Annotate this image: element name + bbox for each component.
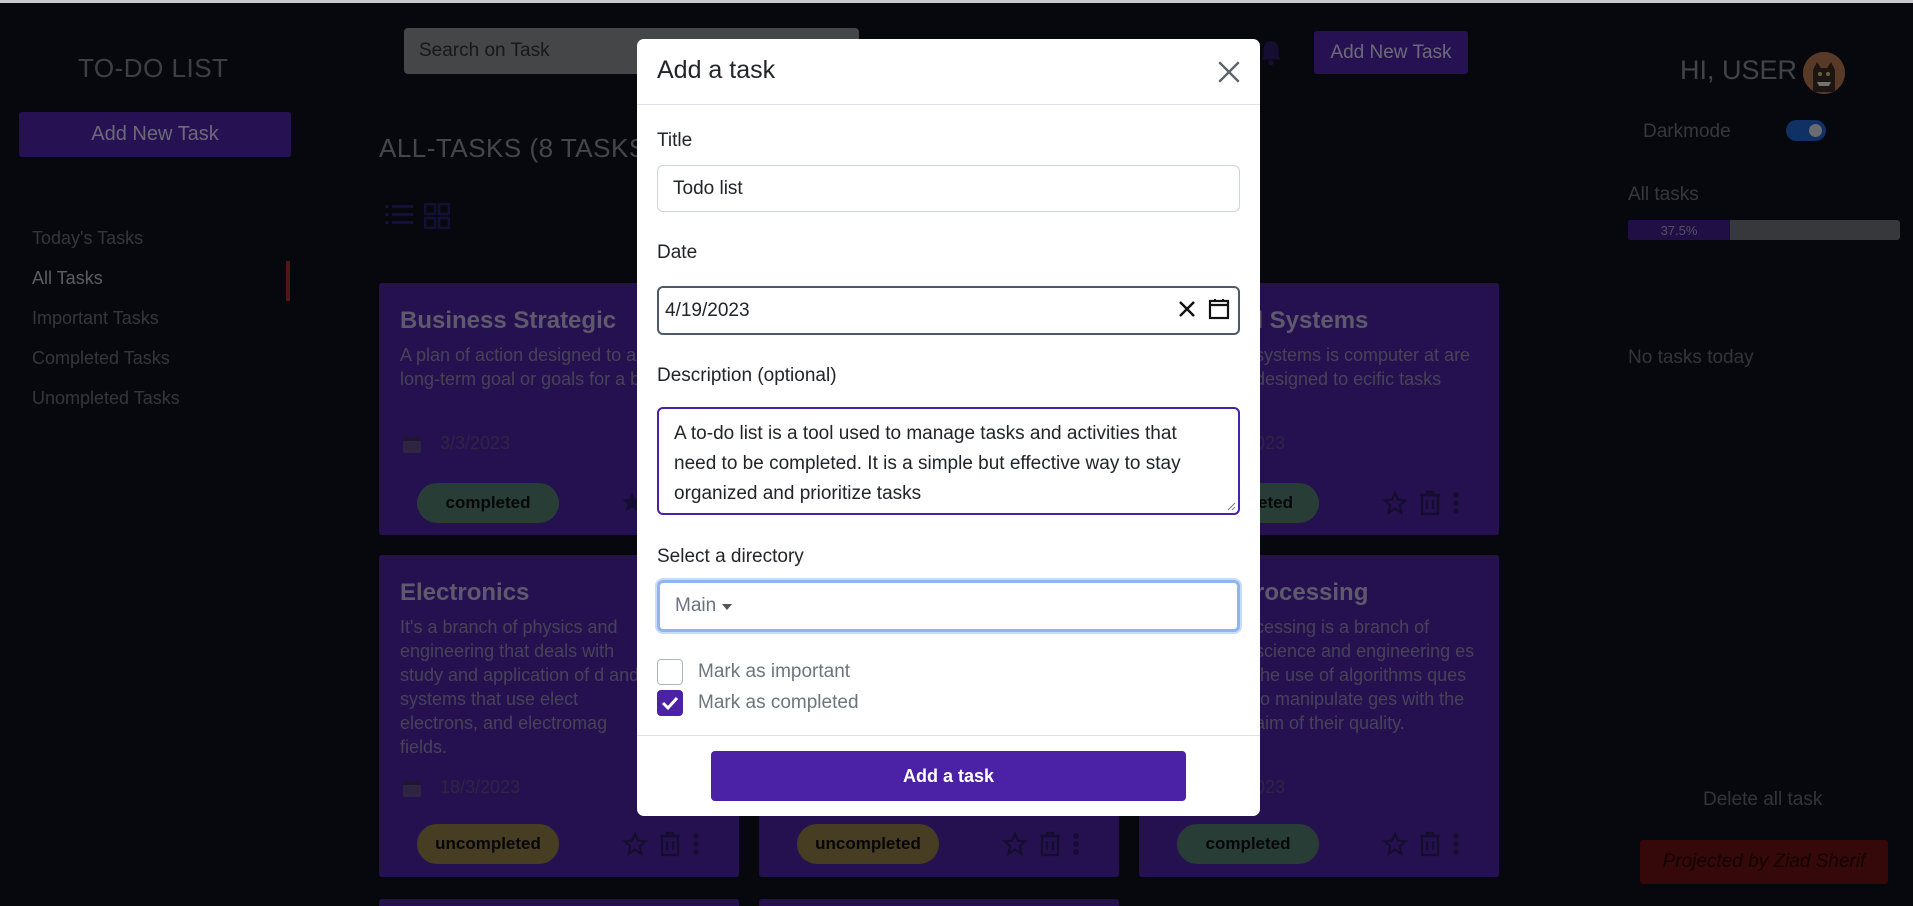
add-task-modal: Add a task Title Todo list Date 4/19/202… [637,39,1260,816]
title-label: Title [657,130,693,151]
clear-date-icon[interactable] [1178,300,1196,318]
important-checkbox[interactable] [657,659,683,685]
close-icon[interactable] [1216,59,1242,85]
description-label: Description (optional) [657,365,837,386]
modal-title: Add a task [657,56,776,84]
chevron-down-icon [722,604,733,610]
calendar-icon[interactable] [1208,298,1230,320]
description-textarea[interactable]: A to-do list is a tool used to manage ta… [657,407,1240,515]
modal-header: Add a task [637,39,1260,105]
modal-footer: Add a task [637,735,1260,816]
completed-checkbox-row[interactable]: Mark as completed [657,690,859,716]
description-value: A to-do list is a tool used to manage ta… [674,423,1181,504]
resize-handle-icon[interactable] [1226,501,1236,511]
important-checkbox-row[interactable]: Mark as important [657,659,850,685]
completed-label: Mark as completed [698,692,859,713]
date-input[interactable]: 4/19/2023 [657,286,1240,335]
add-task-submit-button[interactable]: Add a task [711,751,1186,801]
directory-select[interactable]: Main [657,580,1240,632]
directory-label: Select a directory [657,546,804,567]
date-label: Date [657,242,698,263]
important-label: Mark as important [698,661,851,682]
directory-selected-value: Main [675,595,717,616]
checkmark-icon [661,696,679,711]
date-controls [1178,298,1230,320]
title-input[interactable]: Todo list [657,165,1240,212]
completed-checkbox[interactable] [657,690,683,716]
title-input-value: Todo list [673,177,743,199]
date-input-value: 4/19/2023 [665,299,750,321]
